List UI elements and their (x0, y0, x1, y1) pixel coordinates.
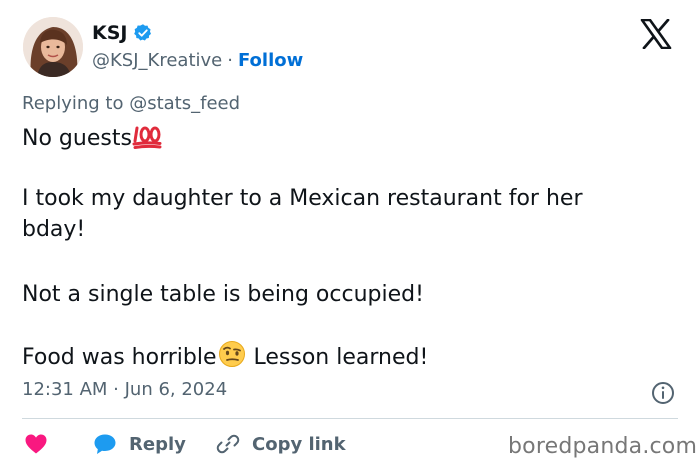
tweet-line-4: Not a single table is being occupied! (22, 282, 424, 307)
divider (22, 418, 678, 419)
replying-to-label[interactable]: Replying to @stats_feed (22, 93, 240, 114)
tweet-line-2: I took my daughter to a Mexican restaura… (22, 186, 583, 211)
heart-icon (25, 434, 47, 454)
hundred-points-emoji (132, 125, 162, 155)
copy-link-label: Copy link (252, 433, 346, 455)
avatar[interactable] (23, 17, 83, 77)
handle-row: @KSJ_Kreative · Follow (92, 48, 303, 72)
user-name-row: KSJ (92, 20, 153, 46)
like-button[interactable] (24, 430, 60, 458)
tweet-card: KSJ @KSJ_Kreative · Follow Replying to @… (0, 0, 700, 471)
tweet-line-5: Food was horrible Lesson learned! (22, 340, 428, 374)
verified-badge-icon (133, 23, 153, 43)
separator-dot: · (227, 49, 233, 71)
x-logo-icon[interactable] (640, 18, 672, 50)
copy-link-button[interactable]: Copy link (216, 430, 346, 458)
reply-button[interactable]: Reply (93, 430, 186, 458)
reply-bubble-icon (94, 434, 116, 454)
reply-label: Reply (129, 433, 186, 455)
user-handle[interactable]: @KSJ_Kreative (92, 50, 222, 71)
tweet-timestamp[interactable]: 12:31 AM · Jun 6, 2024 (22, 379, 227, 400)
face-with-raised-eyebrow-emoji (217, 340, 247, 374)
link-icon (216, 434, 240, 454)
tweet-line-1: No guests (22, 125, 162, 155)
display-name[interactable]: KSJ (92, 22, 127, 44)
watermark: boredpanda.com (508, 434, 698, 459)
tweet-line-3: bday! (22, 217, 86, 242)
info-icon[interactable] (651, 381, 675, 405)
tweet-text: Lesson learned! (246, 345, 429, 370)
tweet-text: No guests (22, 126, 132, 151)
tweet-text: Food was horrible (22, 345, 217, 370)
follow-button[interactable]: Follow (238, 50, 303, 71)
